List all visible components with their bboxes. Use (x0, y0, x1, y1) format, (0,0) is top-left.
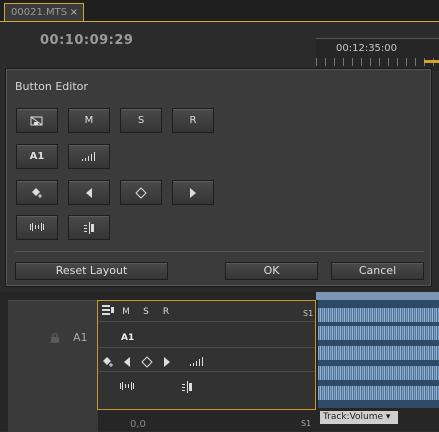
previous-keyframe-icon[interactable] (120, 356, 134, 370)
lock-icon[interactable] (50, 332, 60, 343)
ruler-ticks (316, 58, 439, 66)
track-control-panel: M S R S1 A1 (97, 300, 316, 410)
audio-clip[interactable] (318, 300, 439, 408)
waveform (318, 386, 439, 400)
mute-track-button[interactable]: M (68, 108, 110, 133)
work-area-bar[interactable] (424, 60, 439, 63)
dialog-divider (15, 251, 424, 252)
solo-button[interactable]: S (138, 305, 154, 319)
next-keyframe-icon (190, 188, 196, 198)
meter-clip-icon (84, 222, 94, 234)
next-keyframe-icon[interactable] (160, 356, 174, 370)
next-keyframe-button[interactable] (172, 180, 214, 205)
close-icon[interactable]: × (70, 4, 78, 22)
add-keyframe-icon (32, 188, 42, 198)
add-keyframe-icon[interactable] (101, 356, 115, 370)
keyframe-icon[interactable] (140, 356, 154, 370)
clip-header (316, 292, 439, 300)
waveform (318, 366, 439, 380)
ok-button[interactable]: OK (225, 262, 318, 280)
mute-button[interactable]: M (118, 305, 134, 319)
record-track-button[interactable]: R (172, 108, 214, 133)
track-name: A1 (73, 331, 88, 344)
reset-layout-button[interactable]: Reset Layout (15, 262, 168, 280)
track-value: 0,0 (130, 419, 146, 430)
track-meter-button[interactable] (68, 144, 110, 169)
divider (98, 371, 315, 372)
playhead-timecode[interactable]: 00:10:09:29 (40, 33, 133, 48)
solo-track-button[interactable]: S (120, 108, 162, 133)
cancel-button[interactable]: Cancel (331, 262, 424, 280)
ruler-time-label: 00:12:35:00 (336, 43, 398, 54)
tab-label: 00021.MTS (11, 7, 68, 18)
tab-bar: 00021.MTS × (0, 0, 439, 22)
waveform (318, 326, 439, 340)
previous-keyframe-icon (86, 188, 92, 198)
record-button[interactable]: R (158, 305, 174, 319)
add-keyframe-button[interactable] (16, 180, 58, 205)
tab-sequence[interactable]: 00021.MTS × (4, 3, 84, 22)
level-meter-icon (82, 152, 95, 161)
waveform (318, 346, 439, 360)
tab-underline (0, 21, 439, 22)
level-meter-icon[interactable] (188, 356, 206, 370)
track-header-a1 (8, 300, 98, 432)
keyframe-button[interactable] (120, 180, 162, 205)
track-s1-label: S1 (301, 419, 312, 428)
sync-lock-off-icon (30, 116, 43, 126)
keyframe-icon (135, 187, 147, 199)
waveform (318, 308, 439, 322)
toggle-sync-lock-button[interactable] (16, 108, 58, 133)
voiceover-icon[interactable] (118, 381, 136, 395)
divider (98, 347, 315, 348)
track-name-button[interactable]: A1 (121, 333, 134, 343)
meter-clip-icon[interactable] (180, 381, 194, 395)
previous-keyframe-button[interactable] (68, 180, 110, 205)
channel-label: S1 (303, 309, 314, 318)
meter-clip-button[interactable] (68, 215, 110, 240)
voiceover-record-button[interactable] (16, 215, 58, 240)
track-name-button[interactable]: A1 (16, 144, 58, 169)
track-volume-dropdown[interactable]: Track:Volume ▾ (320, 411, 398, 424)
voiceover-icon (30, 223, 44, 231)
dialog-title: Button Editor (15, 80, 88, 93)
button-editor-dialog: Button Editor M S R A1 Reset Layout OK C… (5, 68, 432, 287)
divider (98, 321, 315, 322)
track-output-icon[interactable] (100, 305, 116, 319)
